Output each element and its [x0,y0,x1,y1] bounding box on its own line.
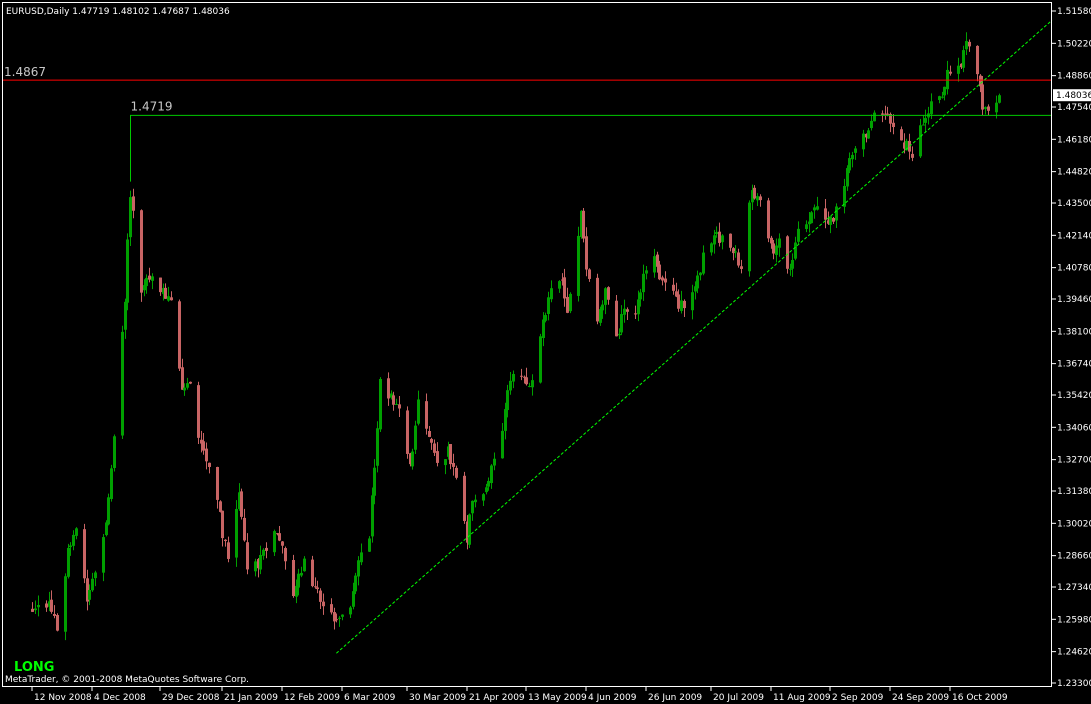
price-tick-label: 1.25980 [1057,615,1091,625]
bull-candle [810,210,813,224]
bear-candle [767,197,770,243]
price-tick-label: 1.35420 [1057,391,1091,401]
time-tick-label: 24 Sep 2009 [892,693,949,703]
bear-candle [615,294,618,337]
current-price-label: 1.48036 [1056,91,1091,101]
time-tick-label: 6 Mar 2009 [344,693,396,703]
bull-candle [748,200,751,277]
price-tick-label: 1.42140 [1057,231,1091,241]
price-tick-label: 1.23300 [1057,679,1091,689]
time-tick-label: 21 Apr 2009 [469,693,525,703]
bull-candle [273,529,276,556]
price-tick-label: 1.38100 [1057,327,1091,337]
bull-candle [577,226,580,302]
price-tick-label: 1.40780 [1057,264,1091,274]
bear-candle [178,299,181,372]
bear-candle [463,471,466,524]
time-tick-label: 12 Nov 2008 [34,693,92,703]
price-tick-label: 1.34060 [1057,423,1091,433]
bear-candle [596,273,599,325]
price-tick-label: 1.24620 [1057,648,1091,658]
price-tick-label: 1.51580 [1057,7,1091,17]
price-tick-label: 1.43500 [1057,199,1091,209]
bear-candle [240,488,243,520]
bull-candle [569,292,572,314]
time-tick-label: 29 Dec 2008 [162,693,220,703]
bull-candle [107,493,110,526]
price-tick-label: 1.31380 [1057,487,1091,497]
time-tick-label: 13 May 2009 [528,693,587,703]
bull-candle [354,572,357,595]
price-tick-label: 1.39460 [1057,295,1091,305]
support-line-label: 1.4719 [131,99,173,113]
price-tick-label: 1.46180 [1057,135,1091,145]
price-tick-label: 1.48860 [1057,72,1091,82]
bear-candle [197,381,200,444]
time-tick-label: 16 Oct 2009 [952,693,1008,703]
price-tick-label: 1.44820 [1057,168,1091,178]
bull-candle [110,464,113,502]
bull-candle [121,325,124,439]
time-tick-label: 26 Jun 2009 [648,693,702,703]
price-chart[interactable]: 1.4867 1.4719 1.51580 1.50220 1.48860 1.4754… [0,0,1091,704]
time-tick-label: 2 Sep 2009 [832,693,884,703]
time-tick-label: 12 Feb 2009 [284,693,340,703]
time-tick-label: 30 Mar 2009 [409,693,466,703]
bear-candle [140,209,143,302]
bull-candle [371,487,374,543]
bull-candle [113,434,116,472]
strategy-label: LONG [14,660,54,675]
bull-candle [67,543,70,579]
bull-candle [379,377,382,433]
chart-header: EURUSD,Daily 1.47719 1.48102 1.47687 1.4… [6,7,230,17]
price-tick-label: 1.50220 [1057,39,1091,49]
time-tick-label: 4 Jun 2009 [588,693,637,703]
bear-candle [311,555,314,588]
time-tick-label: 4 Dec 2008 [94,693,146,703]
time-tick-label: 20 Jul 2009 [713,693,764,703]
resistance-line-label: 1.4867 [4,65,46,79]
bull-candle [376,421,379,473]
bear-candle [219,500,222,513]
bear-candle [292,554,295,598]
price-tick-label: 1.30020 [1057,519,1091,529]
time-tick-label: 21 Jan 2009 [224,693,278,703]
bull-candle [539,333,542,384]
copyright-text: MetaTrader, © 2001-2008 MetaQuotes Softw… [5,675,249,685]
price-tick-label: 1.36740 [1057,360,1091,370]
bull-candle [126,233,129,311]
price-tick-label: 1.47540 [1057,103,1091,113]
price-tick-label: 1.27340 [1057,583,1091,593]
bull-candle [468,513,471,548]
price-tick-label: 1.32700 [1057,456,1091,466]
price-tick-label: 1.28660 [1057,552,1091,562]
bear-candle [582,207,585,243]
bull-candle [64,573,67,641]
bull-candle [235,500,238,567]
bear-candle [56,613,59,632]
bull-candle [414,420,417,455]
bear-candle [83,523,86,584]
time-tick-label: 11 Aug 2009 [773,693,831,703]
bear-candle [406,406,409,459]
